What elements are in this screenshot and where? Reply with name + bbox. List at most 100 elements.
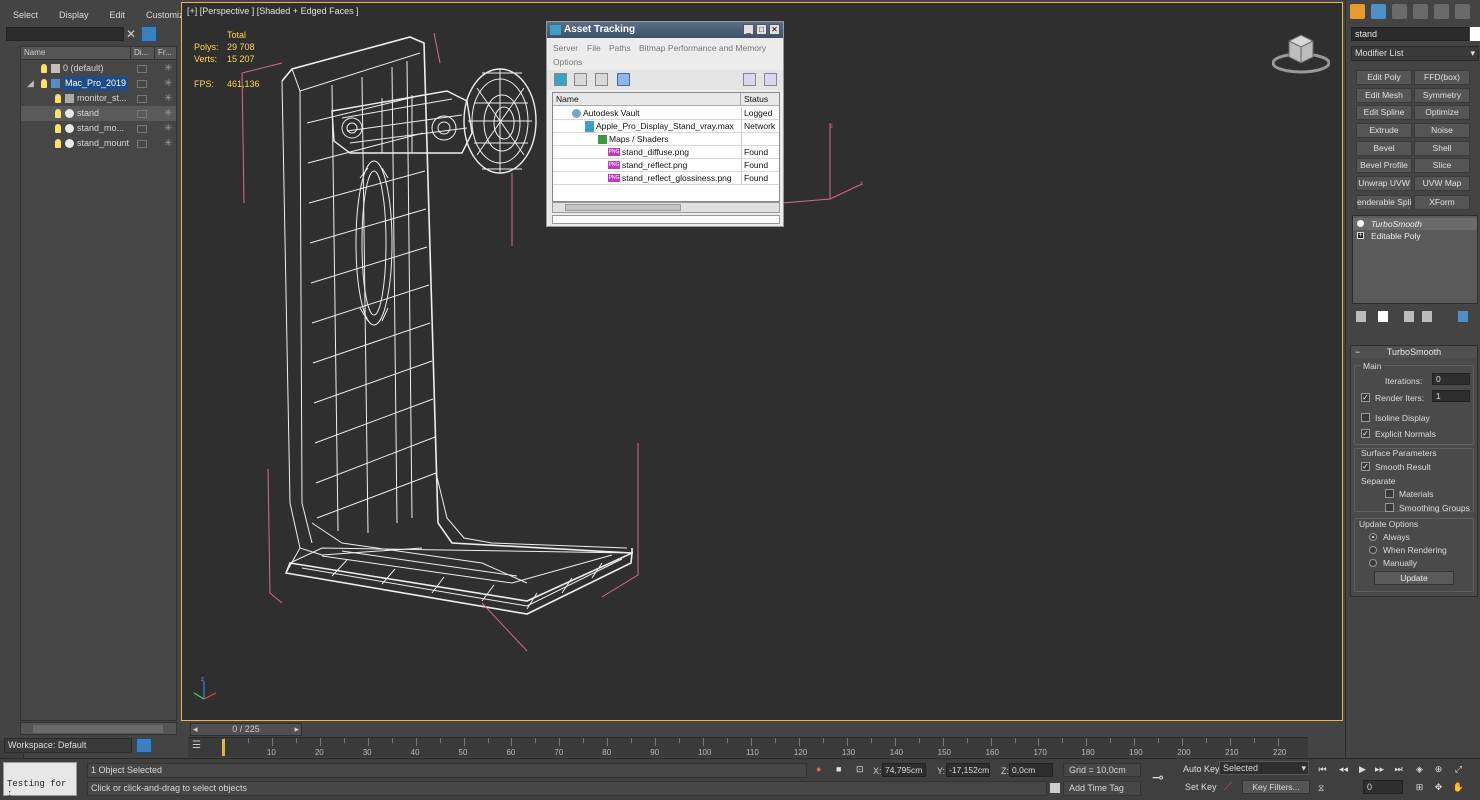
tree-row-mac-pro-layer[interactable]: ◢ Mac_Pro_2019 ✳ (21, 76, 176, 91)
viewcube[interactable] (1272, 27, 1330, 75)
when-rendering-radio[interactable] (1369, 546, 1377, 554)
layer-explorer-icon[interactable] (136, 738, 152, 753)
render-iters-spinner[interactable]: 1 (1432, 390, 1470, 402)
explicit-normals-checkbox[interactable]: ✓ (1361, 429, 1370, 438)
maximize-button[interactable]: □ (756, 24, 767, 35)
key-icon[interactable]: ⊸ (1152, 769, 1164, 786)
list-view-icon[interactable] (574, 73, 587, 86)
menu-display[interactable]: Display (46, 8, 97, 22)
modifier-button[interactable]: Optimize (1414, 105, 1470, 120)
col-name[interactable]: Name (553, 93, 741, 106)
hierarchy-tab-icon[interactable] (1392, 4, 1407, 19)
isoline-checkbox[interactable] (1361, 413, 1370, 422)
modifier-button[interactable]: UVW Map (1414, 176, 1470, 191)
context-help-icon[interactable] (764, 73, 777, 86)
time-tag-icon[interactable] (1050, 783, 1060, 793)
asset-row-reflect[interactable]: PNG stand_reflect.png Found (553, 159, 779, 172)
tree-row-stand-mount[interactable]: stand_mount ✳ (21, 136, 176, 151)
expand-icon[interactable]: + (1357, 232, 1364, 239)
remove-modifier-icon[interactable] (1422, 311, 1432, 322)
display-tab-icon[interactable] (1434, 4, 1449, 19)
object-color-swatch[interactable] (1470, 27, 1480, 41)
isolate-icon[interactable]: ● (816, 764, 821, 774)
visibility-icon[interactable] (137, 140, 147, 148)
modifier-button[interactable]: Bevel (1356, 141, 1412, 156)
motion-tab-icon[interactable] (1413, 4, 1428, 19)
workspace-dropdown[interactable]: Workspace: Default (4, 738, 132, 753)
filter-icon[interactable] (141, 26, 157, 42)
freeze-icon[interactable]: ✳ (164, 136, 172, 151)
modifier-button[interactable]: FFD(box) (1414, 70, 1470, 85)
smoothing-groups-checkbox[interactable] (1385, 503, 1394, 512)
make-unique-icon[interactable] (1404, 311, 1414, 322)
key-mode-icon[interactable]: ◈ (1413, 763, 1426, 775)
visibility-icon[interactable] (137, 80, 147, 88)
asset-path-field[interactable] (552, 215, 780, 224)
materials-checkbox[interactable] (1385, 489, 1394, 498)
pan-icon[interactable]: ✋ (1452, 781, 1465, 793)
smooth-result-checkbox[interactable]: ✓ (1361, 462, 1370, 471)
lightbulb-icon[interactable] (55, 109, 61, 118)
time-config-icon[interactable]: ⊞ (1413, 781, 1426, 793)
rollout-header[interactable]: − TurboSmooth (1351, 346, 1477, 358)
viewport-label[interactable]: [+] [Perspective ] [Shaded + Edged Faces… (187, 6, 359, 16)
refresh-icon[interactable] (554, 73, 567, 86)
scroll-thumb[interactable] (565, 204, 681, 211)
timeline-track[interactable]: 10 20 30 40 50 60 70 80 90 100 110 120 130 140 150 160 1… (188, 737, 1308, 757)
asset-row-maps[interactable]: Maps / Shaders (553, 133, 779, 146)
freeze-icon[interactable]: ✳ (164, 121, 172, 136)
set-key-button[interactable]: Set Key (1185, 780, 1217, 794)
configure-sets-icon[interactable] (1458, 311, 1468, 322)
current-frame-field[interactable]: 0 (1363, 780, 1403, 794)
maxscript-listener[interactable]: Testing for : (3, 762, 77, 799)
menu-bitmap-performance[interactable]: Bitmap Performance and Memory (639, 43, 766, 53)
lock-icon[interactable]: ■ (836, 764, 841, 774)
modifier-button[interactable]: XForm (1414, 195, 1470, 210)
frame-arrows-icon[interactable]: ⧖ (1318, 783, 1324, 794)
modifier-button[interactable]: Shell (1414, 141, 1470, 156)
modify-tab-icon[interactable] (1371, 4, 1386, 19)
lightbulb-icon[interactable] (41, 64, 47, 73)
stack-item-turbosmooth[interactable]: TurboSmooth (1353, 218, 1477, 230)
col-display[interactable]: Di... (131, 47, 155, 59)
time-slider[interactable]: ◂ 0 / 225 ▸ (190, 723, 302, 736)
tree-row-default-layer[interactable]: 0 (default) ✳ (21, 61, 176, 76)
explorer-hscrollbar[interactable] (20, 722, 177, 735)
update-button[interactable]: Update (1374, 571, 1454, 585)
collapse-arrow-icon[interactable]: ◢ (27, 76, 34, 91)
freeze-icon[interactable]: ✳ (164, 61, 172, 76)
modifier-button[interactable]: enderable Splin (1356, 195, 1412, 210)
play-icon[interactable]: ▶ (1356, 763, 1369, 775)
maximize-viewport-icon[interactable]: ⤢ (1452, 763, 1465, 775)
visibility-icon[interactable] (137, 125, 147, 133)
modifier-button[interactable]: Extrude (1356, 123, 1412, 138)
freeze-icon[interactable]: ✳ (164, 106, 172, 121)
always-radio[interactable] (1369, 533, 1377, 541)
pin-stack-icon[interactable] (1356, 311, 1366, 322)
col-name[interactable]: Name (21, 47, 131, 59)
minimize-button[interactable]: _ (743, 24, 754, 35)
explorer-search-input[interactable] (6, 27, 124, 41)
set-keys-icon[interactable]: ⟋ (1224, 781, 1232, 794)
help-icon[interactable] (743, 73, 756, 86)
auto-key-button[interactable]: Auto Key (1183, 762, 1220, 776)
curve-editor-icon[interactable]: ☰ (192, 740, 206, 753)
asset-row-glossiness[interactable]: PNG stand_reflect_glossiness.png Found (553, 172, 779, 185)
asset-row-diffuse[interactable]: PNG stand_diffuse.png Found (553, 146, 779, 159)
visibility-icon[interactable] (137, 95, 147, 103)
close-icon[interactable]: ✕ (124, 27, 138, 41)
object-name-input[interactable]: stand (1351, 27, 1469, 41)
freeze-icon[interactable]: ✳ (164, 91, 172, 106)
modifier-button[interactable]: Edit Poly (1356, 70, 1412, 85)
asset-hscrollbar[interactable] (552, 202, 780, 213)
modifier-button[interactable]: Noise (1414, 123, 1470, 138)
x-coord-field[interactable]: 74,795cm (882, 763, 926, 777)
slider-next-icon[interactable]: ▸ (294, 724, 299, 735)
add-time-tag[interactable]: Add Time Tag (1063, 781, 1141, 796)
lightbulb-icon[interactable] (55, 124, 61, 133)
previous-frame-icon[interactable]: ◂◂ (1337, 763, 1350, 775)
show-end-result-icon[interactable] (1378, 311, 1388, 322)
key-filters-button[interactable]: Key Filters... (1242, 780, 1310, 794)
modifier-list-dropdown[interactable]: Modifier List ▾ (1351, 46, 1479, 61)
utilities-tab-icon[interactable] (1455, 4, 1470, 19)
